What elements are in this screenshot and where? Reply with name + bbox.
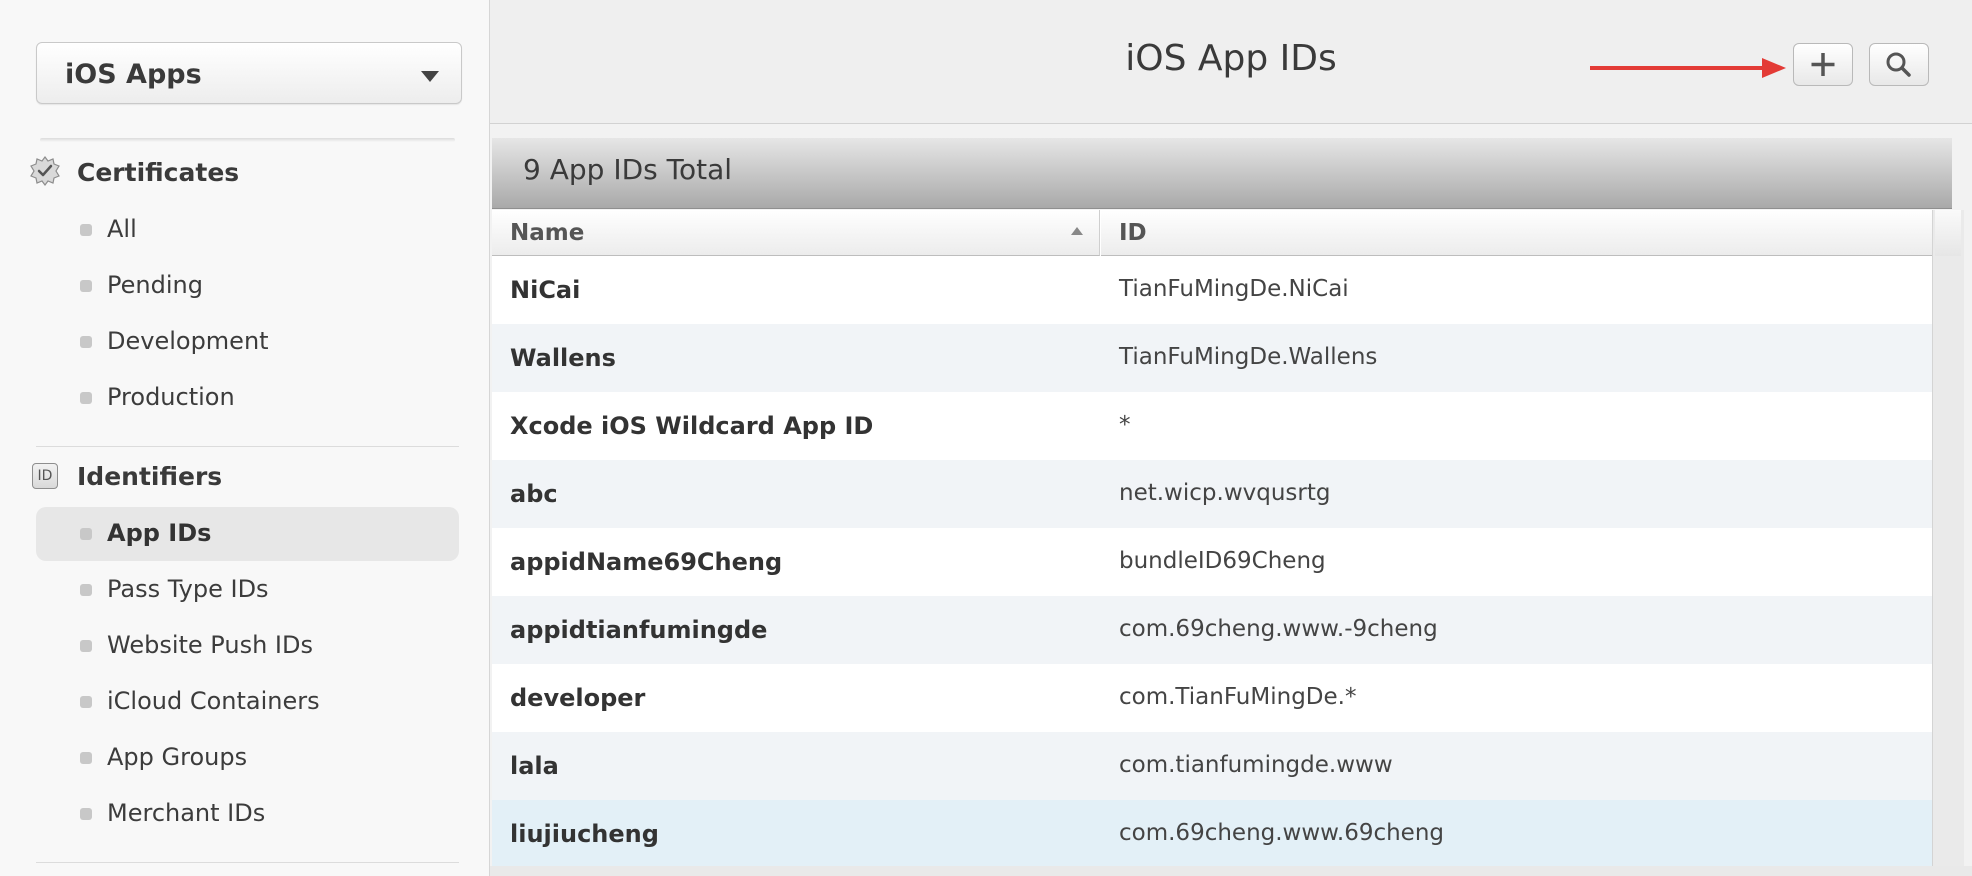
chevron-down-icon — [421, 71, 439, 82]
table-row[interactable]: appidtianfumingde com.69cheng.www.-9chen… — [492, 596, 1932, 664]
section-title: Identifiers — [77, 462, 223, 491]
section-divider — [36, 862, 459, 863]
sidebar-item-development[interactable]: Development — [36, 315, 459, 369]
bullet-icon — [80, 640, 92, 652]
section-divider — [36, 446, 459, 447]
bullet-icon — [80, 528, 92, 540]
add-app-id-button[interactable] — [1793, 43, 1853, 86]
sidebar-item-label: App Groups — [107, 743, 248, 771]
row-id: bundleID69Cheng — [1119, 548, 1326, 574]
total-count: 9 App IDs Total — [523, 153, 733, 186]
sidebar-item-label: Merchant IDs — [107, 799, 266, 827]
sidebar-item-label: Website Push IDs — [107, 631, 313, 659]
table-scrollbar[interactable] — [1932, 210, 1964, 866]
table-row[interactable]: NiCai TianFuMingDe.NiCai — [492, 256, 1932, 324]
sidebar-item-pass-type-ids[interactable]: Pass Type IDs — [36, 563, 459, 617]
bullet-icon — [80, 336, 92, 348]
sidebar-item-app-groups[interactable]: App Groups — [36, 731, 459, 785]
sort-ascending-icon — [1071, 227, 1083, 235]
sidebar-item-label: Pending — [107, 271, 203, 299]
platform-select-label: iOS Apps — [65, 59, 202, 90]
certificate-seal-icon — [30, 156, 60, 186]
bullet-icon — [80, 392, 92, 404]
sidebar-item-merchant-ids[interactable]: Merchant IDs — [36, 787, 459, 841]
row-id: * — [1119, 412, 1131, 438]
page-header: iOS App IDs — [490, 0, 1972, 124]
bottom-edge — [490, 866, 1972, 876]
sidebar-item-website-push-ids[interactable]: Website Push IDs — [36, 619, 459, 673]
row-id: TianFuMingDe.Wallens — [1119, 344, 1378, 370]
row-id: com.TianFuMingDe.* — [1119, 684, 1357, 710]
sidebar-item-app-ids[interactable]: App IDs — [36, 507, 459, 561]
sidebar-item-label: iCloud Containers — [107, 687, 320, 715]
sidebar-separator — [40, 138, 455, 142]
row-id: com.tianfumingde.www — [1119, 752, 1393, 778]
id-badge-icon: ID — [30, 460, 60, 490]
sidebar-item-label: Pass Type IDs — [107, 575, 269, 603]
table-row[interactable]: developer com.TianFuMingDe.* — [492, 664, 1932, 732]
search-button[interactable] — [1869, 43, 1929, 86]
annotation-arrow-icon — [1590, 58, 1786, 78]
column-header-name[interactable]: Name — [492, 210, 1100, 256]
column-header-label: ID — [1119, 220, 1147, 246]
plus-icon — [1811, 53, 1835, 76]
bullet-icon — [80, 808, 92, 820]
sidebar: iOS Apps Certificates All Pending Develo… — [0, 0, 490, 876]
row-id: TianFuMingDe.NiCai — [1119, 276, 1349, 302]
main-content: iOS App IDs 9 App IDs Total Name ID NiCa… — [490, 0, 1972, 876]
table-row[interactable]: appidName69Cheng bundleID69Cheng — [492, 528, 1932, 596]
sidebar-item-label: All — [107, 215, 137, 243]
row-name: NiCai — [510, 276, 581, 304]
row-name: Wallens — [510, 344, 616, 372]
table-row[interactable]: Xcode iOS Wildcard App ID * — [492, 392, 1932, 460]
sidebar-item-production[interactable]: Production — [36, 371, 459, 425]
row-id: com.69cheng.www.69cheng — [1119, 820, 1445, 846]
section-title: Certificates — [77, 158, 240, 187]
row-name: developer — [510, 684, 646, 712]
column-header-label: Name — [510, 220, 585, 246]
bullet-icon — [80, 696, 92, 708]
sidebar-item-icloud-containers[interactable]: iCloud Containers — [36, 675, 459, 729]
row-name: abc — [510, 480, 558, 508]
sidebar-item-label: App IDs — [107, 519, 212, 547]
column-header-id[interactable]: ID — [1101, 210, 1932, 256]
bullet-icon — [80, 752, 92, 764]
table-row[interactable]: liujiucheng com.69cheng.www.69cheng — [492, 800, 1932, 868]
scrollbar-thumb[interactable] — [1935, 210, 1961, 256]
bullet-icon — [80, 224, 92, 236]
app-ids-table: Name ID NiCai TianFuMingDe.NiCai Wallens… — [492, 210, 1932, 868]
row-name: lala — [510, 752, 559, 780]
sidebar-item-all[interactable]: All — [36, 203, 459, 257]
sidebar-item-label: Development — [107, 327, 269, 355]
search-icon — [1886, 52, 1911, 77]
row-name: appidtianfumingde — [510, 616, 768, 644]
row-name: liujiucheng — [510, 820, 659, 848]
platform-select[interactable]: iOS Apps — [36, 42, 462, 104]
table-row[interactable]: Wallens TianFuMingDe.Wallens — [492, 324, 1932, 392]
summary-bar: 9 App IDs Total — [492, 138, 1952, 209]
sidebar-item-label: Production — [107, 383, 235, 411]
row-id: com.69cheng.www.-9cheng — [1119, 616, 1438, 642]
row-name: Xcode iOS Wildcard App ID — [510, 412, 874, 440]
sidebar-item-pending[interactable]: Pending — [36, 259, 459, 313]
bullet-icon — [80, 584, 92, 596]
bullet-icon — [80, 280, 92, 292]
table-row[interactable]: abc net.wicp.wvqusrtg — [492, 460, 1932, 528]
table-row[interactable]: lala com.tianfumingde.www — [492, 732, 1932, 800]
row-id: net.wicp.wvqusrtg — [1119, 480, 1331, 506]
id-badge-text: ID — [32, 463, 58, 489]
row-name: appidName69Cheng — [510, 548, 783, 576]
